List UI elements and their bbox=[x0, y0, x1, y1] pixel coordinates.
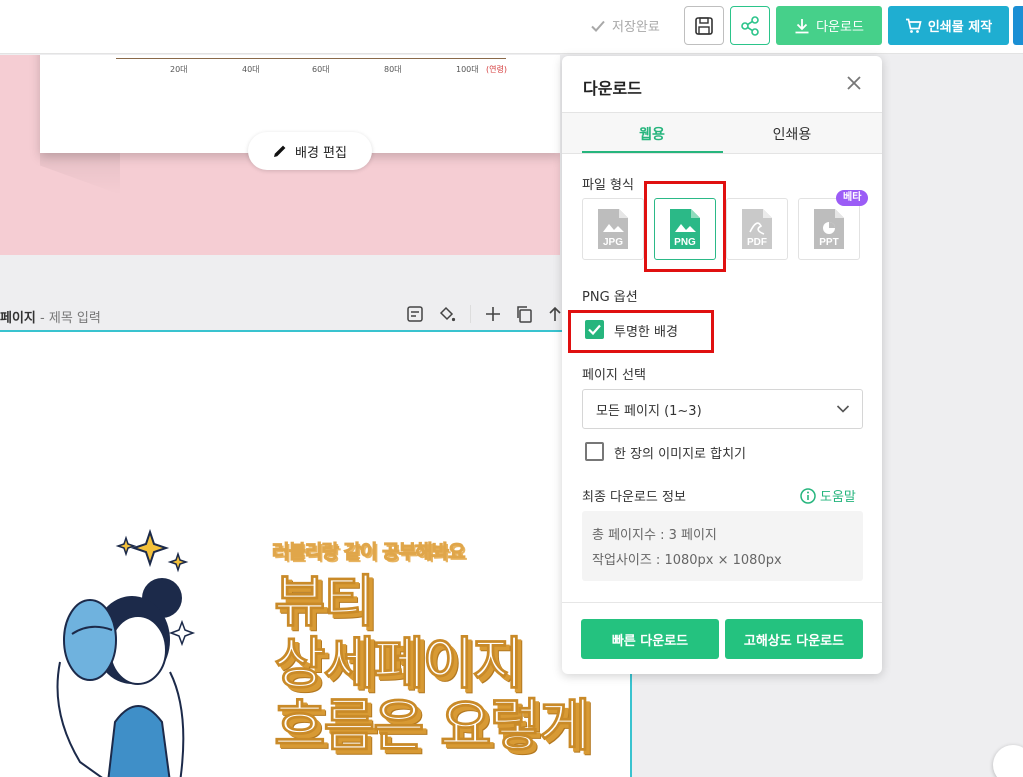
pencil-icon bbox=[274, 145, 286, 157]
page-select-value: 모든 페이지 (1~3) bbox=[596, 403, 702, 419]
add-page-icon[interactable] bbox=[485, 306, 501, 322]
tab-print[interactable]: 인쇄용 bbox=[712, 113, 872, 154]
print-order-label: 인쇄물 제작 bbox=[927, 20, 993, 35]
paint-bucket-icon[interactable] bbox=[438, 305, 456, 323]
share-icon bbox=[741, 15, 759, 36]
page-title-number: 페이지 bbox=[0, 311, 36, 326]
active-tab-indicator bbox=[582, 151, 723, 153]
help-link[interactable]: 도움말 bbox=[800, 486, 856, 505]
print-order-button[interactable]: 인쇄물 제작 bbox=[888, 6, 1009, 45]
jpg-file-icon: JPG bbox=[598, 209, 628, 249]
final-info-label: 최종 다운로드 정보 bbox=[582, 490, 686, 505]
tab-web[interactable]: 웹용 bbox=[572, 113, 732, 154]
download-info-box: 총 페이지수 : 3 페이지 작업사이즈 : 1080px × 1080px bbox=[582, 511, 863, 581]
headline[interactable]: 뷰티 상세페이지 흐름은 요렇게 bbox=[274, 570, 592, 759]
format-jpg-option[interactable]: JPG bbox=[582, 198, 644, 260]
file-format-label: 파일 형식 bbox=[582, 178, 634, 193]
help-link-label: 도움말 bbox=[820, 490, 856, 505]
page-select-dropdown[interactable]: 모든 페이지 (1~3) bbox=[582, 389, 863, 429]
axis-tick: 60대 bbox=[312, 65, 330, 74]
page-header: 페이지 - 제목 입력 bbox=[0, 300, 600, 330]
info-work-size: 작업사이즈 : 1080px × 1080px bbox=[592, 553, 782, 568]
info-icon bbox=[800, 487, 816, 504]
save-status-label: 저장완료 bbox=[612, 20, 660, 35]
format-jpg-label: JPG bbox=[603, 237, 623, 248]
axis-tick: 40대 bbox=[242, 65, 260, 74]
top-toolbar: 저장완료 다운로드 인쇄물 제작 bbox=[0, 0, 1023, 54]
headline-line: 뷰티 bbox=[274, 570, 376, 635]
share-button[interactable] bbox=[730, 6, 770, 45]
note-icon[interactable] bbox=[406, 305, 424, 323]
axis-tick: 20대 bbox=[170, 65, 188, 74]
page-select-label: 페이지 선택 bbox=[582, 368, 646, 383]
quick-download-button[interactable]: 빠른 다운로드 bbox=[581, 619, 719, 659]
axis-unit: (연령) bbox=[486, 65, 507, 74]
duplicate-page-icon[interactable] bbox=[515, 305, 533, 323]
png-highlight-box bbox=[644, 181, 726, 272]
transparent-bg-highlight-box bbox=[568, 310, 714, 353]
cart-icon bbox=[905, 18, 922, 33]
previous-page-canvas[interactable]: 20대 40대 60대 80대 100대 (연령) 배경 편집 bbox=[0, 55, 560, 255]
background-edit-button[interactable]: 배경 편집 bbox=[248, 132, 372, 170]
more-button[interactable] bbox=[1013, 6, 1023, 45]
move-up-icon[interactable] bbox=[547, 306, 563, 322]
beta-badge: 베타 bbox=[836, 190, 869, 206]
hires-download-button[interactable]: 고해상도 다운로드 bbox=[725, 619, 863, 659]
sub-headline[interactable]: 러블리랑 같이 공부해봐요 bbox=[272, 537, 467, 564]
download-panel: 다운로드 웹용 인쇄용 파일 형식 JPG PNG PDF PPT 베타 PNG… bbox=[562, 56, 882, 674]
current-page-canvas[interactable]: 러블리랑 같이 공부해봐요 뷰티 상세페이지 흐름은 요렇게 bbox=[0, 330, 632, 777]
download-icon bbox=[795, 18, 809, 33]
ppt-file-icon: PPT bbox=[814, 209, 844, 249]
download-button-label: 다운로드 bbox=[816, 20, 864, 35]
check-icon bbox=[591, 20, 605, 32]
format-ppt-label: PPT bbox=[819, 237, 838, 248]
panel-title: 다운로드 bbox=[583, 79, 642, 98]
panel-divider bbox=[562, 602, 882, 603]
format-pdf-label: PDF bbox=[747, 237, 767, 248]
download-button[interactable]: 다운로드 bbox=[776, 6, 882, 45]
page-actions bbox=[406, 305, 563, 323]
page-title[interactable]: 페이지 - 제목 입력 bbox=[0, 307, 101, 326]
png-options-label: PNG 옵션 bbox=[582, 290, 638, 305]
save-status: 저장완료 bbox=[590, 16, 660, 35]
woman-skincare-illustration bbox=[56, 528, 196, 777]
chart-axis-line bbox=[116, 58, 506, 59]
axis-tick: 80대 bbox=[384, 65, 402, 74]
format-ppt-option[interactable]: PPT bbox=[798, 198, 860, 260]
chat-button[interactable] bbox=[993, 745, 1023, 777]
background-edit-label: 배경 편집 bbox=[295, 145, 347, 161]
download-tabs: 웹용 인쇄용 bbox=[562, 112, 882, 154]
format-pdf-option[interactable]: PDF bbox=[726, 198, 788, 260]
info-total-pages: 총 페이지수 : 3 페이지 bbox=[592, 528, 717, 543]
merge-images-checkbox[interactable] bbox=[585, 442, 604, 461]
chevron-down-icon bbox=[836, 405, 850, 413]
headline-line: 흐름은 요렇게 bbox=[274, 694, 592, 759]
floppy-disk-icon bbox=[695, 16, 713, 35]
headline-line: 상세페이지 bbox=[274, 632, 525, 697]
close-icon[interactable] bbox=[845, 74, 863, 92]
page-title-input[interactable]: - 제목 입력 bbox=[40, 311, 101, 326]
toolbar-divider bbox=[470, 305, 471, 323]
merge-images-label[interactable]: 한 장의 이미지로 합치기 bbox=[614, 443, 746, 462]
pdf-file-icon: PDF bbox=[742, 209, 772, 249]
save-button[interactable] bbox=[684, 6, 724, 45]
axis-tick: 100대 bbox=[456, 65, 479, 74]
